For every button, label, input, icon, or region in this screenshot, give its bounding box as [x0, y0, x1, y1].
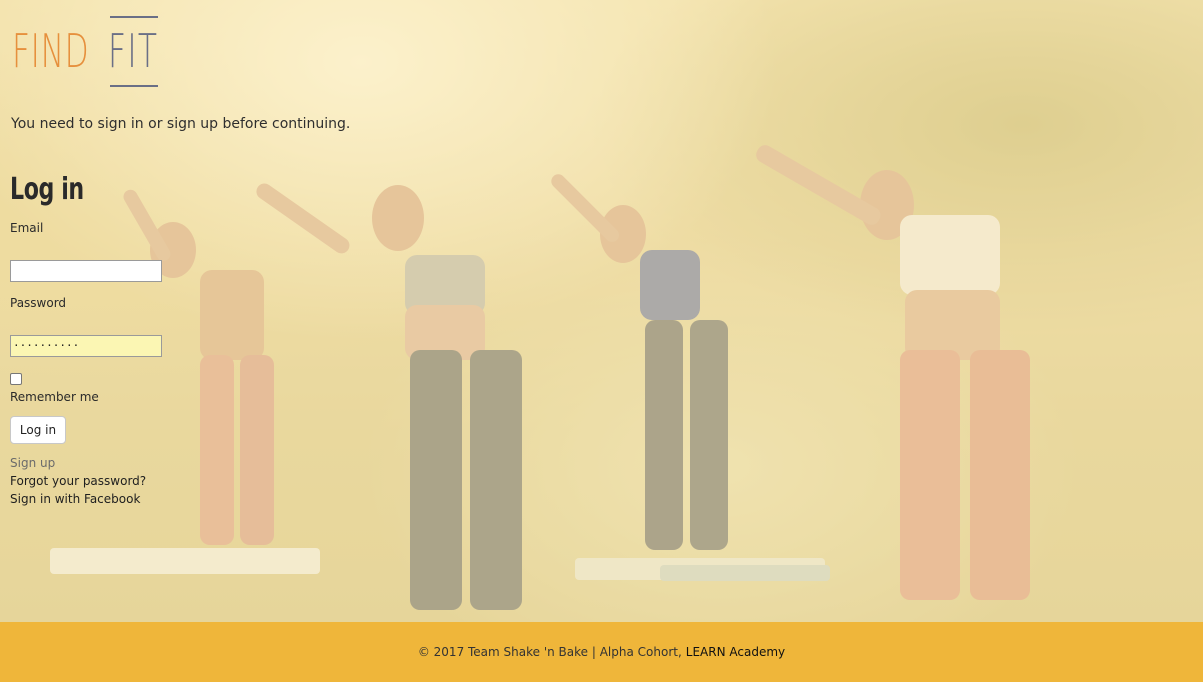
email-field[interactable] [10, 260, 162, 282]
password-label: Password [10, 296, 67, 310]
email-label: Email [10, 221, 44, 235]
remember-me-label: Remember me [10, 390, 99, 404]
footer-copyright: © 2017 Team Shake 'n Bake | Alpha Cohort… [417, 645, 682, 659]
facebook-signin-link[interactable]: Sign in with Facebook [10, 492, 140, 506]
learn-academy-link[interactable]: LEARN Academy [686, 645, 785, 659]
findfit-logo[interactable]: FIND FIT [12, 14, 182, 90]
sign-up-link[interactable]: Sign up [10, 456, 55, 470]
logo-column-icon [110, 16, 158, 87]
forgot-password-link[interactable]: Forgot your password? [10, 474, 146, 488]
password-field[interactable]: ·········· [10, 335, 162, 357]
footer: © 2017 Team Shake 'n Bake | Alpha Cohort… [0, 622, 1203, 682]
auth-notice: You need to sign in or sign up before co… [11, 116, 351, 132]
login-button[interactable]: Log in [10, 416, 66, 444]
logo-find-text: FIND [12, 24, 90, 78]
page-title: Log in [10, 172, 84, 207]
remember-me-checkbox[interactable] [10, 373, 22, 385]
background-photo [0, 0, 1203, 622]
